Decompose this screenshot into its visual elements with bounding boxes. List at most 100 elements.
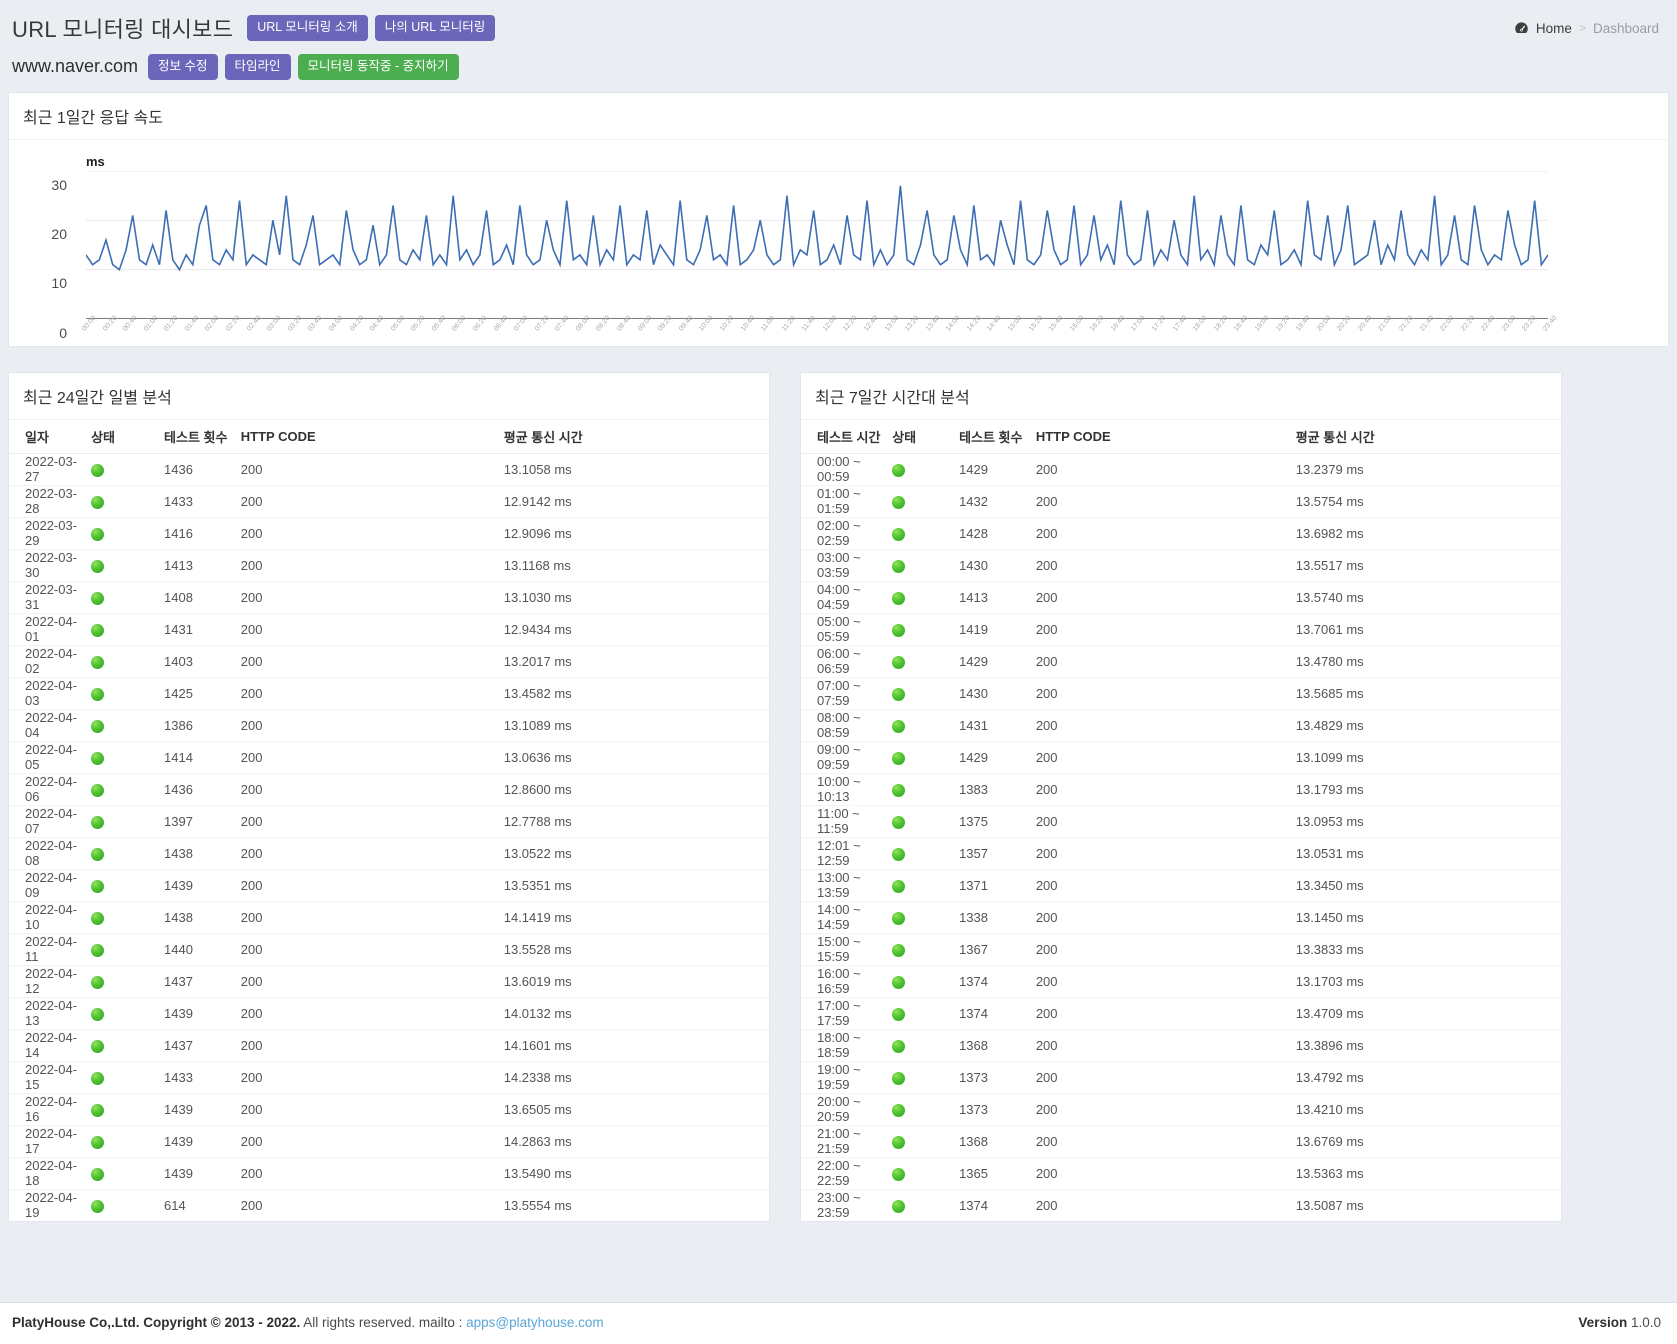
status-ok-icon <box>892 1168 905 1181</box>
cell-status <box>892 741 959 773</box>
cell-http-code: 200 <box>1036 965 1296 997</box>
cell-avg-time: 13.0522 ms <box>504 837 769 869</box>
my-monitoring-button[interactable]: 나의 URL 모니터링 <box>375 15 496 41</box>
footer-email-link[interactable]: apps@platyhouse.com <box>466 1315 604 1330</box>
x-tick-label: 23:20 <box>1521 328 1533 338</box>
cell-test-count: 1429 <box>959 741 1036 773</box>
cell-time-range: 10:00 ~ 10:13 <box>801 773 892 805</box>
cell-status <box>892 549 959 581</box>
cell-avg-time: 13.5490 ms <box>504 1157 769 1189</box>
status-ok-icon <box>892 560 905 573</box>
chart-y-axis-labels: 0102030 <box>9 185 75 333</box>
cell-time-range: 09:00 ~ 09:59 <box>801 741 892 773</box>
cell-avg-time: 13.1058 ms <box>504 453 769 485</box>
cell-status <box>892 1125 959 1157</box>
response-time-line-series <box>86 185 1548 269</box>
cell-time-range: 07:00 ~ 07:59 <box>801 677 892 709</box>
cell-status <box>892 997 959 1029</box>
footer-copyright: PlatyHouse Co,.Ltd. Copyright © 2013 - 2… <box>12 1315 300 1330</box>
cell-avg-time: 13.0531 ms <box>1296 837 1561 869</box>
table-row: 2022-04-02140320013.2017 ms <box>9 645 769 677</box>
x-tick-label: 13:20 <box>904 328 916 338</box>
cell-status <box>91 965 164 997</box>
cell-test-count: 1386 <box>164 709 241 741</box>
cell-date: 2022-04-09 <box>9 869 91 901</box>
status-ok-icon <box>892 1072 905 1085</box>
cell-test-count: 1373 <box>959 1061 1036 1093</box>
status-ok-icon <box>91 880 104 893</box>
status-ok-icon <box>91 1104 104 1117</box>
timeline-button[interactable]: 타임라인 <box>225 54 291 80</box>
column-header: 테스트 시간 <box>801 420 892 454</box>
hourly-analysis-panel: 최근 7일간 시간대 분석 테스트 시간상태테스트 횟수HTTP CODE평균 … <box>800 372 1562 1223</box>
cell-date: 2022-04-01 <box>9 613 91 645</box>
breadcrumb-current-page: Dashboard <box>1593 21 1659 36</box>
table-row: 01:00 ~ 01:59143220013.5754 ms <box>801 485 1561 517</box>
cell-date: 2022-04-19 <box>9 1189 91 1221</box>
cell-test-count: 1383 <box>959 773 1036 805</box>
status-ok-icon <box>91 1200 104 1213</box>
cell-test-count: 1425 <box>164 677 241 709</box>
x-tick-label: 20:40 <box>1357 328 1369 338</box>
column-header: 일자 <box>9 420 91 454</box>
table-row: 08:00 ~ 08:59143120013.4829 ms <box>801 709 1561 741</box>
cell-time-range: 01:00 ~ 01:59 <box>801 485 892 517</box>
status-ok-icon <box>892 1136 905 1149</box>
status-ok-icon <box>892 496 905 509</box>
table-row: 2022-04-10143820014.1419 ms <box>9 901 769 933</box>
cell-avg-time: 13.4780 ms <box>1296 645 1561 677</box>
status-ok-icon <box>892 688 905 701</box>
intro-monitoring-button[interactable]: URL 모니터링 소개 <box>247 15 368 41</box>
x-tick-label: 16:20 <box>1089 328 1101 338</box>
cell-status <box>91 645 164 677</box>
cell-time-range: 17:00 ~ 17:59 <box>801 997 892 1029</box>
cell-avg-time: 13.6769 ms <box>1296 1125 1561 1157</box>
x-tick-label: 14:00 <box>945 328 957 338</box>
table-row: 16:00 ~ 16:59137420013.1703 ms <box>801 965 1561 997</box>
cell-test-count: 1433 <box>164 1061 241 1093</box>
cell-status <box>892 837 959 869</box>
cell-status <box>91 805 164 837</box>
cell-test-count: 1374 <box>959 965 1036 997</box>
cell-test-count: 1439 <box>164 1093 241 1125</box>
x-tick-label: 04:20 <box>348 328 360 338</box>
cell-http-code: 200 <box>1036 709 1296 741</box>
x-tick-label: 08:40 <box>616 328 628 338</box>
x-tick-label: 03:40 <box>307 328 319 338</box>
x-tick-label: 01:00 <box>143 328 155 338</box>
cell-http-code: 200 <box>1036 805 1296 837</box>
hourly-table-title: 최근 7일간 시간대 분석 <box>801 373 1561 420</box>
table-row: 2022-03-30141320013.1168 ms <box>9 549 769 581</box>
edit-info-button[interactable]: 정보 수정 <box>148 54 217 80</box>
cell-time-range: 00:00 ~ 00:59 <box>801 453 892 485</box>
cell-avg-time: 13.2379 ms <box>1296 453 1561 485</box>
cell-http-code: 200 <box>1036 645 1296 677</box>
cell-test-count: 1365 <box>959 1157 1036 1189</box>
status-ok-icon <box>892 1040 905 1053</box>
monitoring-toggle-button[interactable]: 모니터링 동작중 - 중지하기 <box>298 54 459 80</box>
cell-test-count: 1438 <box>164 837 241 869</box>
cell-date: 2022-04-13 <box>9 997 91 1029</box>
cell-status <box>91 613 164 645</box>
cell-status <box>892 1061 959 1093</box>
cell-avg-time: 13.5087 ms <box>1296 1189 1561 1221</box>
cell-avg-time: 13.5754 ms <box>1296 485 1561 517</box>
cell-http-code: 200 <box>241 869 504 901</box>
table-row: 2022-04-06143620012.8600 ms <box>9 773 769 805</box>
cell-http-code: 200 <box>1036 1029 1296 1061</box>
cell-status <box>892 677 959 709</box>
x-tick-label: 19:20 <box>1274 328 1286 338</box>
cell-test-count: 1367 <box>959 933 1036 965</box>
breadcrumb-home-link[interactable]: Home <box>1536 21 1572 36</box>
cell-status <box>892 613 959 645</box>
cell-date: 2022-03-27 <box>9 453 91 485</box>
cell-avg-time: 13.1089 ms <box>504 709 769 741</box>
status-ok-icon <box>91 1040 104 1053</box>
cell-status <box>91 901 164 933</box>
table-row: 22:00 ~ 22:59136520013.5363 ms <box>801 1157 1561 1189</box>
table-row: 2022-04-14143720014.1601 ms <box>9 1029 769 1061</box>
x-tick-label: 22:00 <box>1439 328 1451 338</box>
table-row: 06:00 ~ 06:59142920013.4780 ms <box>801 645 1561 677</box>
status-ok-icon <box>91 944 104 957</box>
cell-date: 2022-04-10 <box>9 901 91 933</box>
